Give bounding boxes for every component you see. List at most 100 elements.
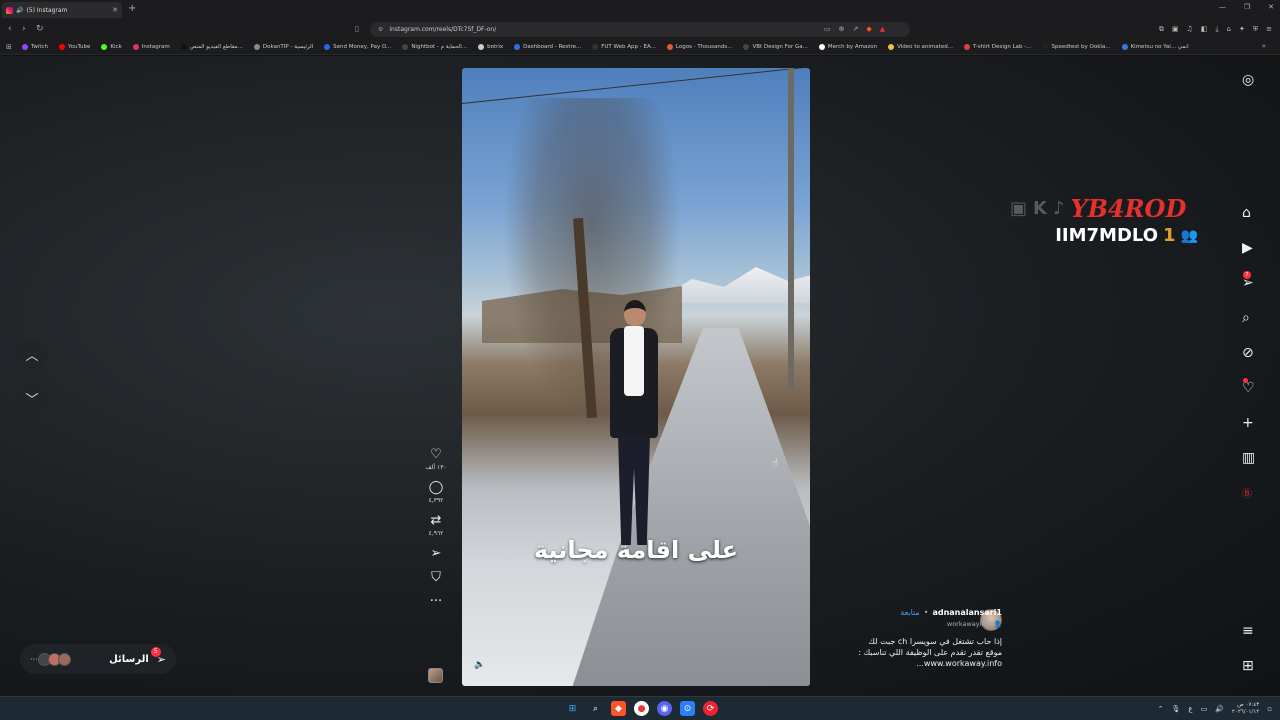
chevron-up-icon[interactable]: ⌃ [1158, 705, 1164, 713]
author-name[interactable]: adnanalansari1 [932, 608, 1002, 617]
more-bookmarks-icon[interactable]: » [1262, 42, 1266, 50]
reel-description[interactable]: إذا حاب تشتغل في سويسرا ch جبت لك موقع ت… [830, 636, 1002, 669]
more-options-icon[interactable]: ··· [430, 595, 442, 609]
speaker-icon[interactable]: 🔊 [16, 7, 23, 14]
instagram-logo-icon[interactable]: ◎ [1242, 72, 1254, 88]
bookmark-item[interactable]: Twitch [21, 43, 49, 50]
forward-icon[interactable]: › [22, 24, 26, 34]
audio-label[interactable]: 👤 workawayinfo [830, 620, 1002, 628]
sidebar-icon[interactable]: ◧ [1201, 25, 1208, 34]
bookmark-item[interactable]: Nightbot - الحماية م... [402, 43, 467, 50]
minimize-icon[interactable]: — [1219, 3, 1226, 11]
bookmark-item[interactable]: Dashboard - Restre... [514, 43, 581, 50]
bookmark-item[interactable]: Merch by Amazon [818, 43, 877, 50]
bookmark-item[interactable]: FUT Web App - EA... [592, 43, 656, 50]
cast-icon[interactable]: ▭ [824, 25, 831, 33]
bookmark-label: Logos - Thousands... [675, 43, 733, 50]
send-icon[interactable]: ➢ [431, 547, 442, 561]
apps-icon[interactable]: ⊞ [1242, 658, 1254, 674]
repost-icon[interactable]: ⇄ [431, 514, 442, 528]
media-icon[interactable]: ♫ [1187, 25, 1193, 34]
tab-instagram[interactable]: 🔊 (5) Instagram ✕ [2, 2, 122, 18]
bookmark-item[interactable]: Instagram [132, 43, 170, 50]
bookmark-item[interactable]: botrix [478, 43, 503, 50]
home-icon[interactable]: ⌂ [1242, 205, 1251, 221]
leo-icon[interactable]: ✦ [1239, 25, 1245, 34]
bookmark-icon[interactable]: ⛉ [431, 571, 441, 585]
share-icon[interactable]: ↗ [853, 25, 859, 33]
brave-icon[interactable]: ◆ [611, 701, 626, 716]
dashboard-icon[interactable]: ▥ [1242, 450, 1255, 466]
app-icon[interactable]: ⊙ [680, 701, 695, 716]
create-icon[interactable]: + [1242, 415, 1254, 431]
audio-thumbnail[interactable] [428, 668, 443, 683]
extensions-icon[interactable]: ⧉ [1159, 25, 1164, 34]
video-caption: على اقامة مجانية [533, 536, 739, 564]
like-action[interactable]: ♡ ١٣٠ ألف [420, 448, 452, 472]
messages-icon[interactable]: ➢ 7 [1242, 271, 1254, 291]
bookmark-item[interactable]: DokanTIP - الرئيسية [253, 43, 313, 50]
explore-icon[interactable]: ⊘ [1242, 345, 1254, 361]
bookmark-item[interactable]: Send Money, Pay O... [324, 43, 391, 50]
download-icon[interactable]: ⤓ [1215, 25, 1218, 34]
close-tab-icon[interactable]: ✕ [112, 6, 118, 14]
discord-icon[interactable]: ◉ [657, 701, 672, 716]
bookmark-label: Twitch [30, 43, 49, 50]
new-tab-icon[interactable]: + [128, 3, 136, 14]
bookmark-label: Speedtest by Ookla... [1051, 43, 1111, 50]
share-action[interactable]: ➢ [420, 547, 452, 561]
notifications-icon[interactable]: ▫ [1267, 705, 1272, 713]
bookmark-page-icon[interactable]: ▯ [355, 25, 359, 33]
bookmark-item[interactable]: T-shirt Design Lab -... [963, 43, 1031, 50]
notifications-heart-icon[interactable]: ♡ [1242, 378, 1255, 396]
start-icon[interactable]: ⊞ [565, 701, 580, 716]
bookmark-item[interactable]: Kimetsu no Yai... انمي [1121, 43, 1189, 50]
bookmark-item[interactable]: Kick [101, 43, 122, 50]
network-icon[interactable]: ▭ [1201, 705, 1208, 713]
bookmark-item[interactable]: YouTube [59, 43, 90, 50]
brave-shield-icon[interactable]: ◆ [866, 25, 871, 33]
apps-grid-icon[interactable]: ⊞ [6, 43, 12, 51]
reel-video[interactable]: على اقامة مجانية 🔈 [462, 68, 810, 686]
reels-icon[interactable]: ▶ [1242, 240, 1253, 256]
app-icon[interactable]: ⟳ [703, 701, 718, 716]
comment-icon[interactable]: ◯ [429, 481, 444, 495]
bookmark-favicon-icon [402, 43, 409, 50]
brave-rewards-icon[interactable]: ▲ [880, 25, 885, 33]
more-action[interactable]: ··· [420, 595, 452, 609]
messages-badge: 5 [150, 646, 161, 657]
bookmark-item[interactable]: Logos - Thousands... [666, 43, 733, 50]
profile-avatar-icon[interactable]: Ⓑ [1242, 485, 1252, 500]
messages-pill[interactable]: ··· الرسائل ➢ 5 [20, 644, 176, 674]
follow-button[interactable]: متابعة [900, 608, 920, 617]
site-info-icon[interactable]: ⚙ [378, 26, 383, 33]
bookmark-item[interactable]: VBt Design For Ga... [743, 43, 808, 50]
volume-icon[interactable]: 🔊 [1215, 705, 1224, 713]
next-reel-button[interactable]: ﹀ [16, 382, 48, 414]
reload-icon[interactable]: ↻ [36, 24, 44, 34]
bookmark-item[interactable]: Video to animated... [888, 43, 953, 50]
menu-lines-icon[interactable]: ≡ [1242, 623, 1254, 639]
search-icon[interactable]: ⌕ [588, 701, 603, 716]
menu-icon[interactable]: ≡ [1266, 25, 1272, 34]
mute-icon[interactable]: 🔈 [474, 660, 485, 670]
repost-action[interactable]: ⇄ ٤,٩٦٢ [420, 514, 452, 538]
clock[interactable]: ٠٧:٤٣ ص ٢٠٢٦/٠١/١٢ [1232, 702, 1259, 716]
mic-icon[interactable]: 🎙 [1171, 705, 1180, 713]
language-indicator[interactable]: ع [1188, 705, 1192, 713]
comment-action[interactable]: ◯ ٤,٣٩٢ [420, 481, 452, 505]
previous-reel-button[interactable]: ︿ [16, 338, 48, 370]
heart-icon[interactable]: ♡ [430, 448, 442, 462]
vpn-icon[interactable]: ⌂ [1227, 25, 1231, 34]
zoom-icon[interactable]: ⊕ [839, 25, 845, 33]
search-icon[interactable]: ⌕ [1242, 310, 1250, 326]
close-window-icon[interactable]: ✕ [1268, 3, 1274, 11]
restore-icon[interactable]: ❐ [1244, 3, 1250, 11]
bookmark-item[interactable]: Speedtest by Ookla... [1042, 43, 1111, 50]
shield-icon[interactable]: ⛨ [1253, 25, 1258, 34]
wallet-icon[interactable]: ▣ [1172, 25, 1179, 34]
save-action[interactable]: ⛉ [420, 571, 452, 585]
chrome-icon[interactable]: ● [634, 701, 649, 716]
back-icon[interactable]: ‹ [8, 24, 12, 34]
bookmark-item[interactable]: مقاطع الفيديو المنص... [180, 43, 243, 50]
